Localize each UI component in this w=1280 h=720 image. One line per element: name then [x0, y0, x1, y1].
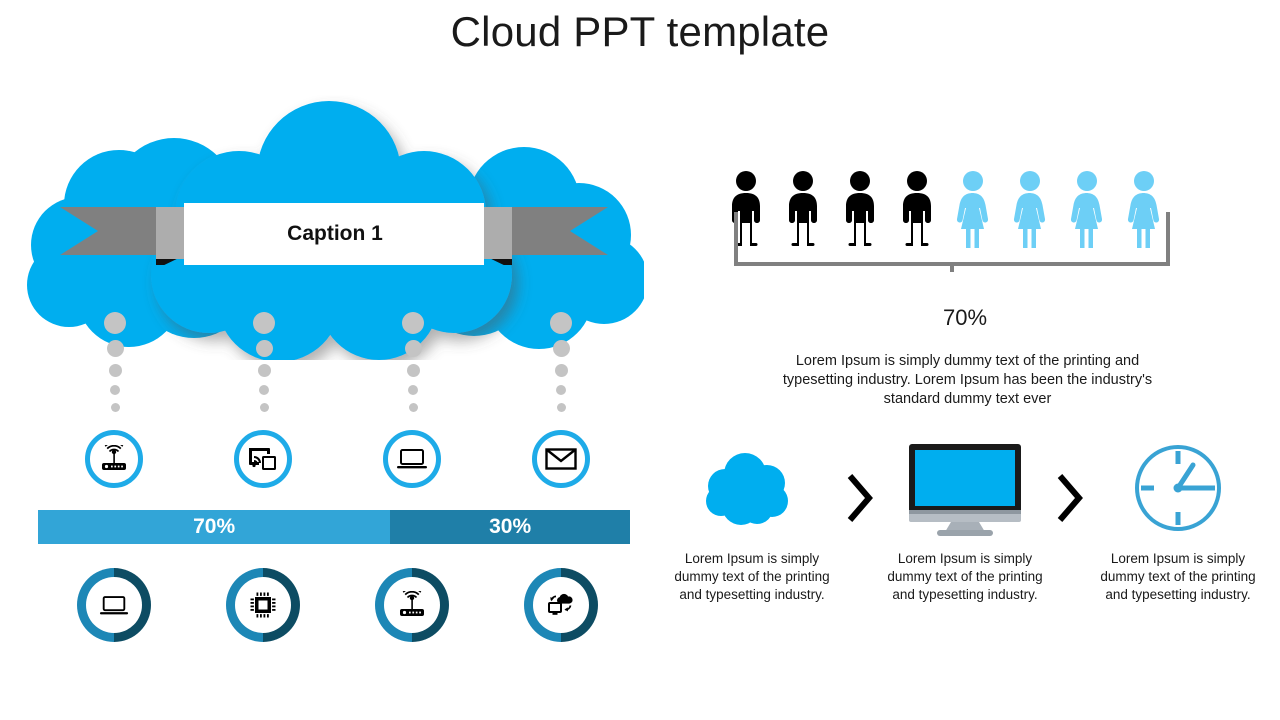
- connector-dot: [110, 385, 120, 395]
- wifi-router-icon: [99, 445, 129, 473]
- bar-segment-70: 70%: [38, 510, 391, 544]
- bar-segment-30: 30%: [390, 510, 630, 544]
- laptop-icon: [99, 594, 129, 617]
- flow-step-clock[interactable]: Lorem Ipsum is simply dummy text of the …: [1088, 440, 1268, 604]
- cloud-sync-monitor-icon: [546, 591, 576, 619]
- dot-connector-2: [249, 312, 279, 412]
- flow-step-cloud[interactable]: Lorem Ipsum is simply dummy text of the …: [662, 440, 842, 604]
- dot-connector-1: [100, 312, 130, 412]
- connector-dot: [404, 340, 422, 357]
- flow-step-visual: [662, 440, 842, 540]
- laptop-icon: [396, 447, 428, 471]
- people-description: Lorem Ipsum is simply dummy text of the …: [782, 353, 1153, 407]
- flow-step-visual: [1088, 440, 1268, 540]
- icon-button-cpu-chip[interactable]: [226, 568, 300, 642]
- wifi-router-icon: [397, 591, 427, 619]
- donut-center: [86, 577, 142, 633]
- icon-button-laptop[interactable]: [383, 430, 441, 488]
- flow-step-monitor[interactable]: Lorem Ipsum is simply dummy text of the …: [875, 440, 1055, 604]
- cloud-icon: [697, 448, 807, 533]
- connector-dot: [554, 364, 568, 377]
- donut-center: [384, 577, 440, 633]
- percentage-bar: 70% 30%: [38, 510, 630, 544]
- flow-diagram: Lorem Ipsum is simply dummy text of the …: [650, 440, 1280, 650]
- chevron-right-icon-1: [842, 470, 876, 526]
- bar-segment-label: 30%: [489, 515, 532, 538]
- icon-button-screen-cast[interactable]: [234, 430, 292, 488]
- ribbon-banner: Caption 1: [60, 203, 608, 265]
- mail-icon: [545, 447, 577, 471]
- icon-button-cloud-sync[interactable]: [524, 568, 598, 642]
- donut-center: [533, 577, 589, 633]
- flow-step-caption: Lorem Ipsum is simply dummy text of the …: [674, 551, 830, 602]
- icon-button-wifi-router[interactable]: [85, 430, 143, 488]
- dot-connector-3: [398, 312, 428, 412]
- connector-dot: [110, 403, 120, 412]
- connector-dot: [104, 312, 126, 334]
- icon-button-wifi-router-bottom[interactable]: [375, 568, 449, 642]
- screen-cast-icon: [248, 446, 278, 472]
- clock-icon: [1131, 441, 1225, 540]
- connector-dot: [556, 385, 566, 395]
- flow-step-caption: Lorem Ipsum is simply dummy text of the …: [887, 551, 1043, 602]
- right-panel: 70% Lorem Ipsum is simply dummy text of …: [650, 0, 1280, 720]
- dot-connector-4: [546, 312, 576, 412]
- slide-canvas: Cloud PPT template Caption 1 70% 30% 70%…: [0, 0, 1280, 720]
- connector-dot: [402, 312, 424, 334]
- connector-dot: [108, 364, 122, 377]
- connector-dot: [406, 364, 420, 377]
- connector-dot: [259, 385, 269, 395]
- connector-dot: [550, 312, 572, 334]
- connector-dot: [408, 385, 418, 395]
- cpu-chip-icon: [248, 590, 278, 620]
- flow-step-visual: [875, 440, 1055, 540]
- icon-button-mail[interactable]: [532, 430, 590, 488]
- connector-dot: [253, 312, 275, 334]
- connector-dot: [552, 340, 570, 357]
- flow-step-caption: Lorem Ipsum is simply dummy text of the …: [1100, 551, 1256, 602]
- connector-dot: [106, 340, 124, 357]
- connector-dot: [408, 403, 418, 412]
- icon-button-laptop-bottom[interactable]: [77, 568, 151, 642]
- connector-dot: [259, 403, 269, 412]
- ribbon-caption: Caption 1: [287, 222, 383, 245]
- chevron-right-icon-2: [1052, 470, 1086, 526]
- people-percent-label: 70%: [942, 305, 988, 330]
- left-panel: Caption 1 70% 30%: [0, 0, 650, 720]
- donut-center: [235, 577, 291, 633]
- connector-dot: [255, 340, 273, 357]
- connector-dot: [556, 403, 566, 412]
- bar-segment-label: 70%: [193, 515, 236, 538]
- bracket-indicator: [732, 212, 1172, 272]
- connector-dot: [257, 364, 271, 377]
- desktop-monitor-icon: [901, 440, 1029, 541]
